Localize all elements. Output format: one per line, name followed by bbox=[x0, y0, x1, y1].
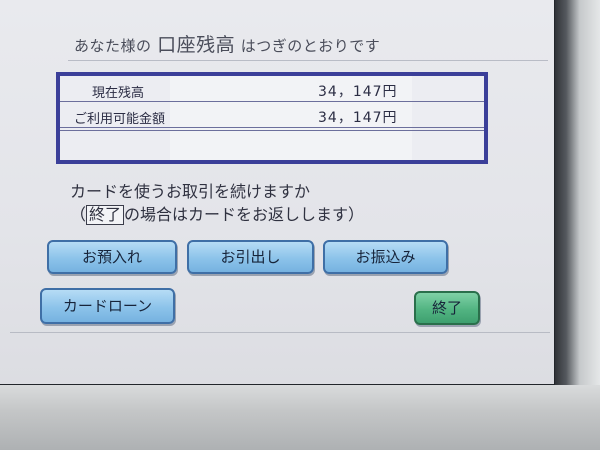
atm-screen: あなた様の 口座残高 はつぎのとおりです 現在残高 34，147円 ご利用可能金… bbox=[0, 0, 558, 388]
atm-bezel-bottom bbox=[0, 385, 600, 450]
balance-row-current: 現在残高 34，147円 bbox=[60, 78, 484, 102]
current-balance-value: 34，147円 bbox=[318, 84, 398, 100]
end-button[interactable]: 終了 bbox=[414, 291, 480, 325]
atm-bezel-right bbox=[555, 0, 600, 450]
title-prefix: あなた様の bbox=[74, 37, 152, 55]
note-text: の場合はカードをお返しします） bbox=[124, 205, 365, 224]
current-balance-label: 現在残高 bbox=[92, 86, 145, 101]
balance-row-empty bbox=[60, 130, 484, 131]
title-main: 口座残高 bbox=[157, 34, 236, 56]
title-suffix: はつぎのとおりです bbox=[240, 37, 381, 55]
continue-question: カードを使うお取引を続けますか bbox=[70, 182, 311, 201]
bottom-divider bbox=[10, 332, 550, 333]
balance-row-available: ご利用可能金額 34，147円 bbox=[60, 104, 484, 128]
available-amount-value: 34，147円 bbox=[318, 110, 398, 126]
available-amount-label: ご利用可能金額 bbox=[74, 112, 166, 127]
end-note: （終了 の場合はカードをお返しします） bbox=[70, 201, 364, 225]
note-open-paren: （ bbox=[70, 205, 87, 224]
page-title: あなた様の 口座残高 はつぎのとおりです bbox=[74, 30, 554, 60]
balance-table: 現在残高 34，147円 ご利用可能金額 34，147円 bbox=[56, 72, 488, 164]
deposit-button[interactable]: お預入れ bbox=[47, 240, 177, 274]
note-end-key: 終了 bbox=[86, 205, 125, 225]
transfer-button[interactable]: お振込み bbox=[323, 240, 448, 274]
title-divider bbox=[68, 60, 548, 61]
card-loan-button[interactable]: カードローン bbox=[40, 288, 175, 324]
withdraw-button[interactable]: お引出し bbox=[187, 240, 314, 274]
